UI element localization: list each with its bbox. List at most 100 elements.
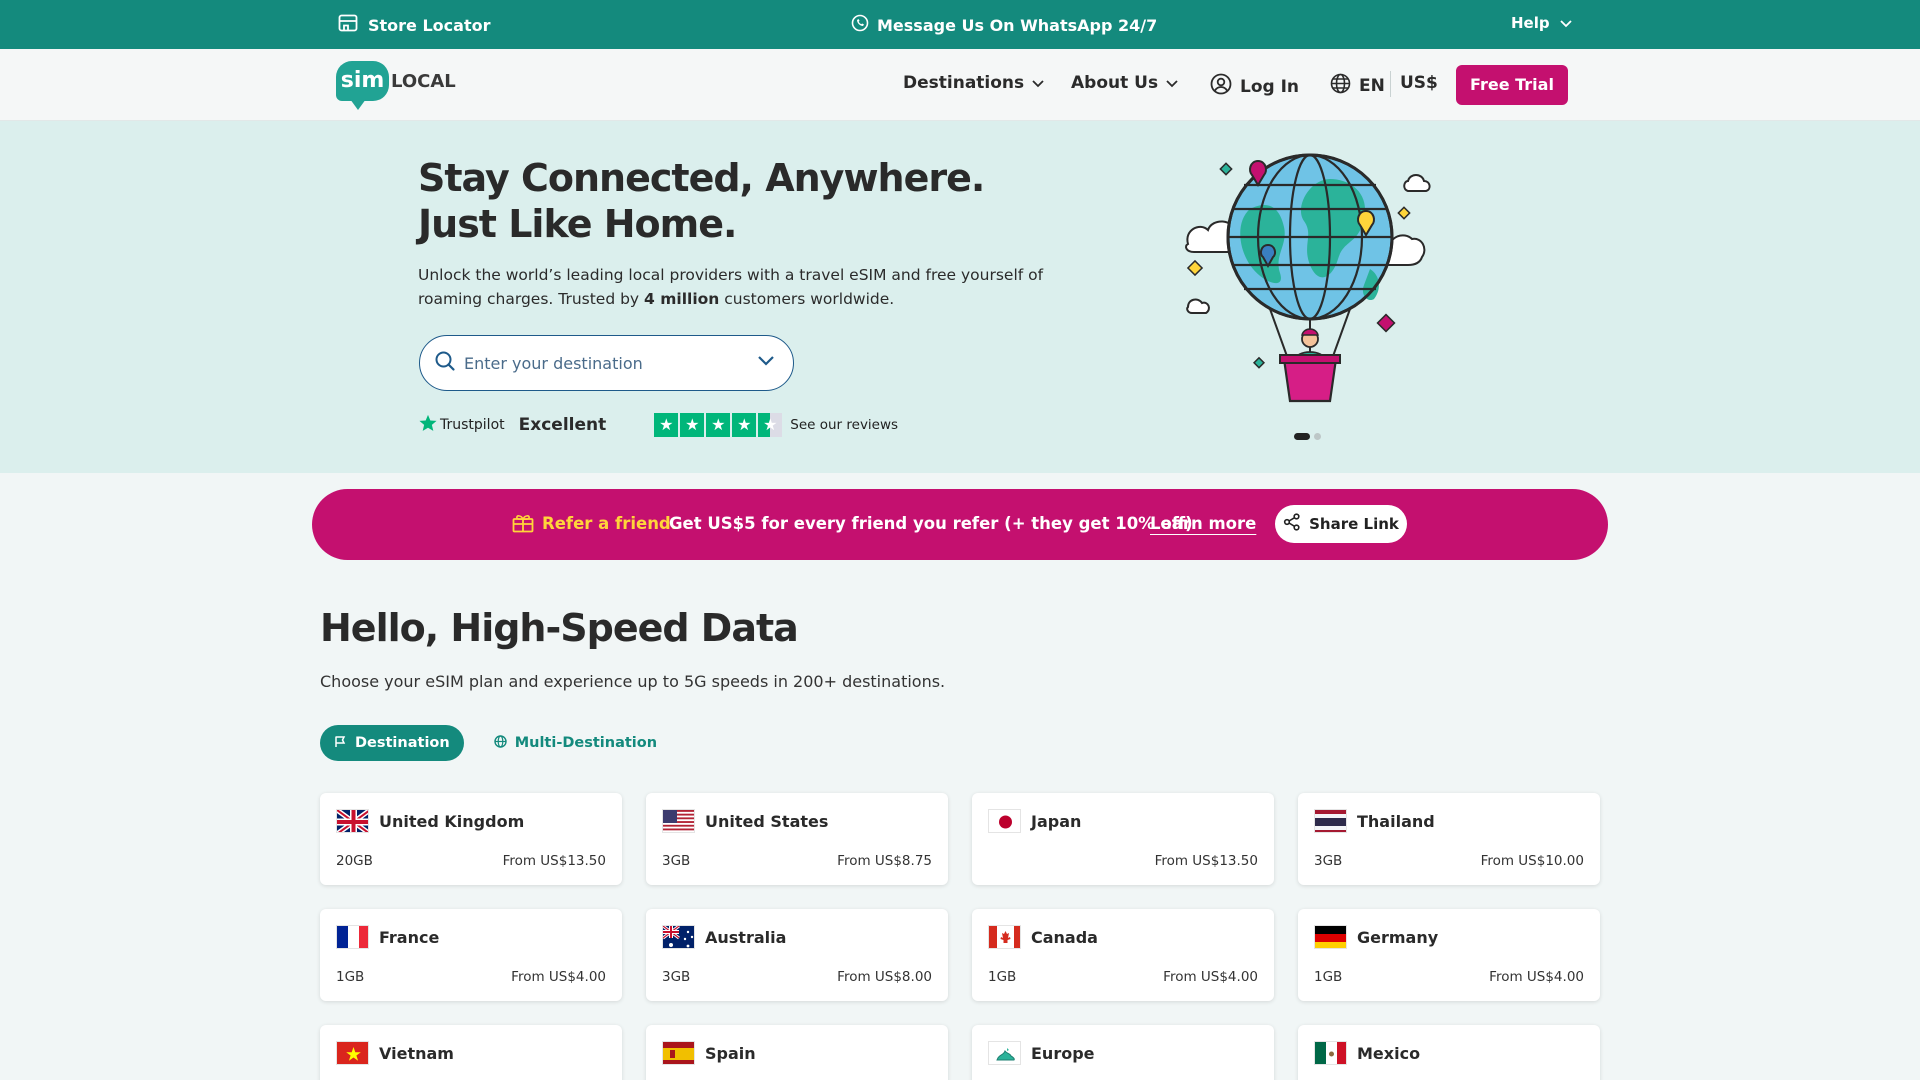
search-input[interactable] bbox=[464, 353, 744, 373]
see-reviews-link[interactable]: See our reviews bbox=[790, 417, 898, 433]
destination-card-canada[interactable]: Canada 1GB From US$4.00 bbox=[972, 909, 1274, 1001]
star-icon: ★ bbox=[680, 413, 705, 437]
destination-name: Europe bbox=[1031, 1043, 1095, 1063]
destination-price: From US$4.00 bbox=[511, 969, 606, 985]
destination-card-united-kingdom[interactable]: United Kingdom 20GB From US$13.50 bbox=[320, 793, 622, 885]
japan-flag-icon bbox=[988, 809, 1021, 833]
whatsapp-link[interactable]: Message Us On WhatsApp 24/7 bbox=[851, 14, 1157, 36]
destination-name: Mexico bbox=[1357, 1043, 1421, 1063]
store-icon bbox=[338, 14, 358, 36]
destination-grid: United Kingdom 20GB From US$13.50 United… bbox=[320, 793, 1600, 1080]
trustpilot-stars: ★ ★ ★ ★ ★ bbox=[654, 413, 783, 437]
user-icon bbox=[1210, 73, 1232, 100]
destination-price: From US$8.75 bbox=[837, 853, 932, 869]
destination-name: Japan bbox=[1031, 811, 1082, 831]
canada-flag-icon bbox=[988, 925, 1021, 949]
trustpilot-brand: Trustpilot bbox=[419, 414, 505, 436]
carousel-dot[interactable] bbox=[1314, 433, 1321, 440]
destination-price: From US$10.00 bbox=[1480, 853, 1584, 869]
store-locator-link[interactable]: Store Locator bbox=[338, 14, 490, 36]
hero-subtitle: Unlock the world’s leading local provide… bbox=[418, 266, 1044, 308]
carousel-dot-active[interactable] bbox=[1294, 433, 1310, 440]
destination-card-japan[interactable]: Japan From US$13.50 bbox=[972, 793, 1274, 885]
destination-card-vietnam[interactable]: Vietnam bbox=[320, 1025, 622, 1080]
login-label: Log In bbox=[1240, 76, 1300, 97]
destination-card-united-states[interactable]: United States 3GB From US$8.75 bbox=[646, 793, 948, 885]
destination-card-australia[interactable]: Australia 3GB From US$8.00 bbox=[646, 909, 948, 1001]
tab-destination[interactable]: Destination bbox=[320, 725, 464, 761]
star-half-icon: ★ bbox=[758, 413, 783, 437]
uk-flag-icon bbox=[336, 809, 369, 833]
australia-flag-icon bbox=[662, 925, 695, 949]
share-link-button[interactable]: Share Link bbox=[1275, 505, 1407, 543]
destination-name: United States bbox=[705, 811, 829, 831]
nav-about-us-label: About Us bbox=[1071, 73, 1159, 93]
destination-name: Spain bbox=[705, 1043, 756, 1063]
nav-divider bbox=[1390, 71, 1391, 97]
trustpilot-widget[interactable]: Trustpilot Excellent ★ ★ ★ ★ ★ See our r… bbox=[419, 413, 898, 437]
destination-card-europe[interactable]: Europe bbox=[972, 1025, 1274, 1080]
language-selector[interactable]: EN bbox=[1330, 73, 1385, 99]
referral-text: Get US$5 for every friend you refer (+ t… bbox=[669, 514, 1193, 533]
destination-name: Canada bbox=[1031, 927, 1098, 947]
globe-icon bbox=[494, 734, 507, 752]
share-link-label: Share Link bbox=[1309, 515, 1399, 533]
destination-card-germany[interactable]: Germany 1GB From US$4.00 bbox=[1298, 909, 1600, 1001]
destination-card-france[interactable]: France 1GB From US$4.00 bbox=[320, 909, 622, 1001]
germany-flag-icon bbox=[1314, 925, 1347, 949]
search-icon bbox=[434, 350, 456, 376]
nav-about-us[interactable]: About Us bbox=[1071, 73, 1178, 93]
destination-card-spain[interactable]: Spain bbox=[646, 1025, 948, 1080]
currency-selector[interactable]: US$ bbox=[1400, 73, 1438, 93]
vietnam-flag-icon bbox=[336, 1041, 369, 1065]
section-subtitle: Choose your eSIM plan and experience up … bbox=[320, 672, 946, 691]
destination-search[interactable] bbox=[419, 335, 794, 391]
referral-banner: Refer a friend. Get US$5 for every frien… bbox=[312, 489, 1608, 560]
destination-data: 1GB bbox=[1314, 969, 1343, 985]
nav-destinations[interactable]: Destinations bbox=[903, 73, 1044, 93]
destination-data: 3GB bbox=[662, 853, 691, 869]
hot-air-balloon-illustration bbox=[1180, 149, 1440, 423]
top-bar: Store Locator Message Us On WhatsApp 24/… bbox=[0, 0, 1920, 49]
help-label: Help bbox=[1511, 14, 1550, 32]
chevron-down-icon bbox=[1032, 73, 1044, 93]
destination-data: 20GB bbox=[336, 853, 373, 869]
trustpilot-star-icon bbox=[419, 414, 437, 436]
destination-price: From US$4.00 bbox=[1489, 969, 1584, 985]
login-link[interactable]: Log In bbox=[1210, 73, 1299, 100]
star-icon: ★ bbox=[732, 413, 757, 437]
chevron-down-icon[interactable] bbox=[757, 352, 775, 371]
free-trial-button[interactable]: Free Trial bbox=[1456, 65, 1568, 105]
logo-text: LOCAL bbox=[391, 70, 456, 92]
share-icon bbox=[1283, 513, 1301, 535]
gift-icon bbox=[512, 513, 534, 537]
destination-name: Thailand bbox=[1357, 811, 1435, 831]
destination-data: 1GB bbox=[336, 969, 365, 985]
learn-more-link[interactable]: Learn more bbox=[1150, 514, 1256, 533]
destination-price: From US$4.00 bbox=[1163, 969, 1258, 985]
destination-card-mexico[interactable]: Mexico bbox=[1298, 1025, 1600, 1080]
destination-price: From US$13.50 bbox=[502, 853, 606, 869]
language-label: EN bbox=[1359, 76, 1385, 96]
help-menu[interactable]: Help bbox=[1511, 14, 1572, 32]
star-icon: ★ bbox=[706, 413, 731, 437]
destination-name: Germany bbox=[1357, 927, 1439, 947]
flag-icon bbox=[334, 735, 347, 752]
destination-name: Vietnam bbox=[379, 1043, 454, 1063]
destination-name: France bbox=[379, 927, 440, 947]
destination-name: United Kingdom bbox=[379, 811, 525, 831]
tab-multi-destination[interactable]: Multi-Destination bbox=[480, 725, 671, 761]
store-locator-label: Store Locator bbox=[368, 15, 491, 35]
currency-label: US$ bbox=[1400, 73, 1438, 93]
europe-region-icon bbox=[988, 1041, 1021, 1065]
whatsapp-label: Message Us On WhatsApp 24/7 bbox=[877, 15, 1158, 35]
globe-icon bbox=[1330, 73, 1351, 99]
destination-name: Australia bbox=[705, 927, 787, 947]
destination-data: 3GB bbox=[662, 969, 691, 985]
destination-card-thailand[interactable]: Thailand 3GB From US$10.00 bbox=[1298, 793, 1600, 885]
logo[interactable]: sim LOCAL bbox=[336, 61, 456, 110]
thailand-flag-icon bbox=[1314, 809, 1347, 833]
carousel-dots bbox=[1294, 433, 1321, 440]
hero-title: Stay Connected, Anywhere. Just Like Home… bbox=[418, 156, 985, 246]
trustpilot-rating: Excellent bbox=[518, 415, 607, 435]
